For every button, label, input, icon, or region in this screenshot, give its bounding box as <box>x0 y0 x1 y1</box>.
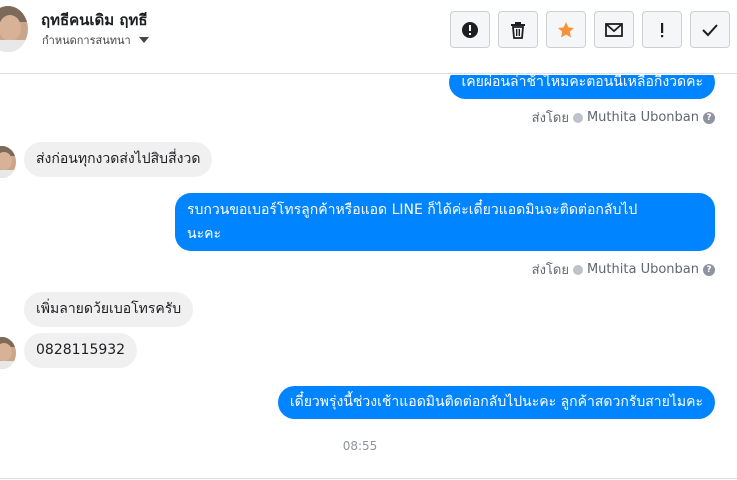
message-text: เคยผ่อนล่าช้าไหมคะตอนนี้เหลือกี่งวดคะ <box>461 75 703 90</box>
sent-by-label: ส่งโดย <box>531 263 569 278</box>
conversation-toolbar <box>450 11 730 48</box>
sent-by-label: ส่งโดย <box>531 111 569 126</box>
exclamation-circle-icon <box>462 21 478 38</box>
avatar[interactable] <box>0 6 28 52</box>
message-text: 0828115932 <box>36 342 126 358</box>
help-icon[interactable]: ? <box>703 111 715 124</box>
message-text: เพิ่มลายดว้ยเบอโทรครับ <box>36 301 182 317</box>
avatar[interactable] <box>0 337 16 369</box>
sender-name[interactable]: Muthita Ubonban <box>587 262 699 277</box>
assign-label: กำหนดการสนทนา <box>42 34 131 47</box>
message-bubble-incoming[interactable]: เพิ่มลายดว้ยเบอโทรครับ <box>24 292 194 327</box>
message-bubble-incoming[interactable]: 0828115932 <box>24 333 138 368</box>
message-bubble-outgoing[interactable]: เคยผ่อนล่าช้าไหมคะตอนนี้เหลือกี่งวดคะ <box>449 75 715 99</box>
chevron-down-icon <box>138 37 149 43</box>
message-bubble-incoming[interactable]: ส่งก่อนทุกงวดส่งไปสิบสี่งวด <box>24 142 213 177</box>
message-timestamp: 08:55 <box>342 439 378 453</box>
sender-name[interactable]: Muthita Ubonban <box>587 110 699 125</box>
trash-icon <box>511 21 525 39</box>
message-bubble-outgoing[interactable]: เดี๋ยวพรุ่งนี้ช่วงเช้าแอดมินติดต่อกลับไป… <box>277 386 715 419</box>
envelope-icon <box>605 22 623 37</box>
star-button[interactable] <box>546 11 586 48</box>
flag-button[interactable] <box>642 11 682 48</box>
message-text: ส่งก่อนทุกงวดส่งไปสิบสี่งวด <box>36 151 201 167</box>
admin-badge-icon <box>572 264 583 275</box>
conversation-header: ฤทธีคนเดิม ฤทธี กำหนดการสนทนา <box>0 0 737 74</box>
check-icon <box>702 23 718 36</box>
star-icon <box>558 21 574 37</box>
sent-by-line: ส่งโดย Muthita Ubonban ? <box>532 259 715 280</box>
delete-button[interactable] <box>498 11 538 48</box>
exclamation-icon <box>661 22 664 37</box>
help-icon[interactable]: ? <box>703 263 715 276</box>
assign-conversation-dropdown[interactable]: กำหนดการสนทนา <box>42 31 149 49</box>
report-spam-button[interactable] <box>450 11 490 48</box>
admin-badge-icon <box>572 112 583 123</box>
mark-unread-button[interactable] <box>594 11 634 48</box>
sent-by-line: ส่งโดย Muthita Ubonban ? <box>532 107 715 128</box>
message-bubble-outgoing[interactable]: รบกวนขอเบอร์โทรลูกค้าหรือแอด LINE ก็ได้ค… <box>175 193 715 251</box>
mark-done-button[interactable] <box>690 11 730 48</box>
divider <box>0 478 737 479</box>
message-thread[interactable]: เคยผ่อนล่าช้าไหมคะตอนนี้เหลือกี่งวดคะ ส่… <box>0 75 737 480</box>
avatar[interactable] <box>0 146 16 178</box>
message-text: เดี๋ยวพรุ่งนี้ช่วงเช้าแอดมินติดต่อกลับไป… <box>289 394 703 410</box>
message-text: นะคะ <box>187 226 221 242</box>
contact-name[interactable]: ฤทธีคนเดิม ฤทธี <box>41 8 148 32</box>
message-text: รบกวนขอเบอร์โทรลูกค้าหรือแอด LINE ก็ได้ค… <box>187 202 638 218</box>
